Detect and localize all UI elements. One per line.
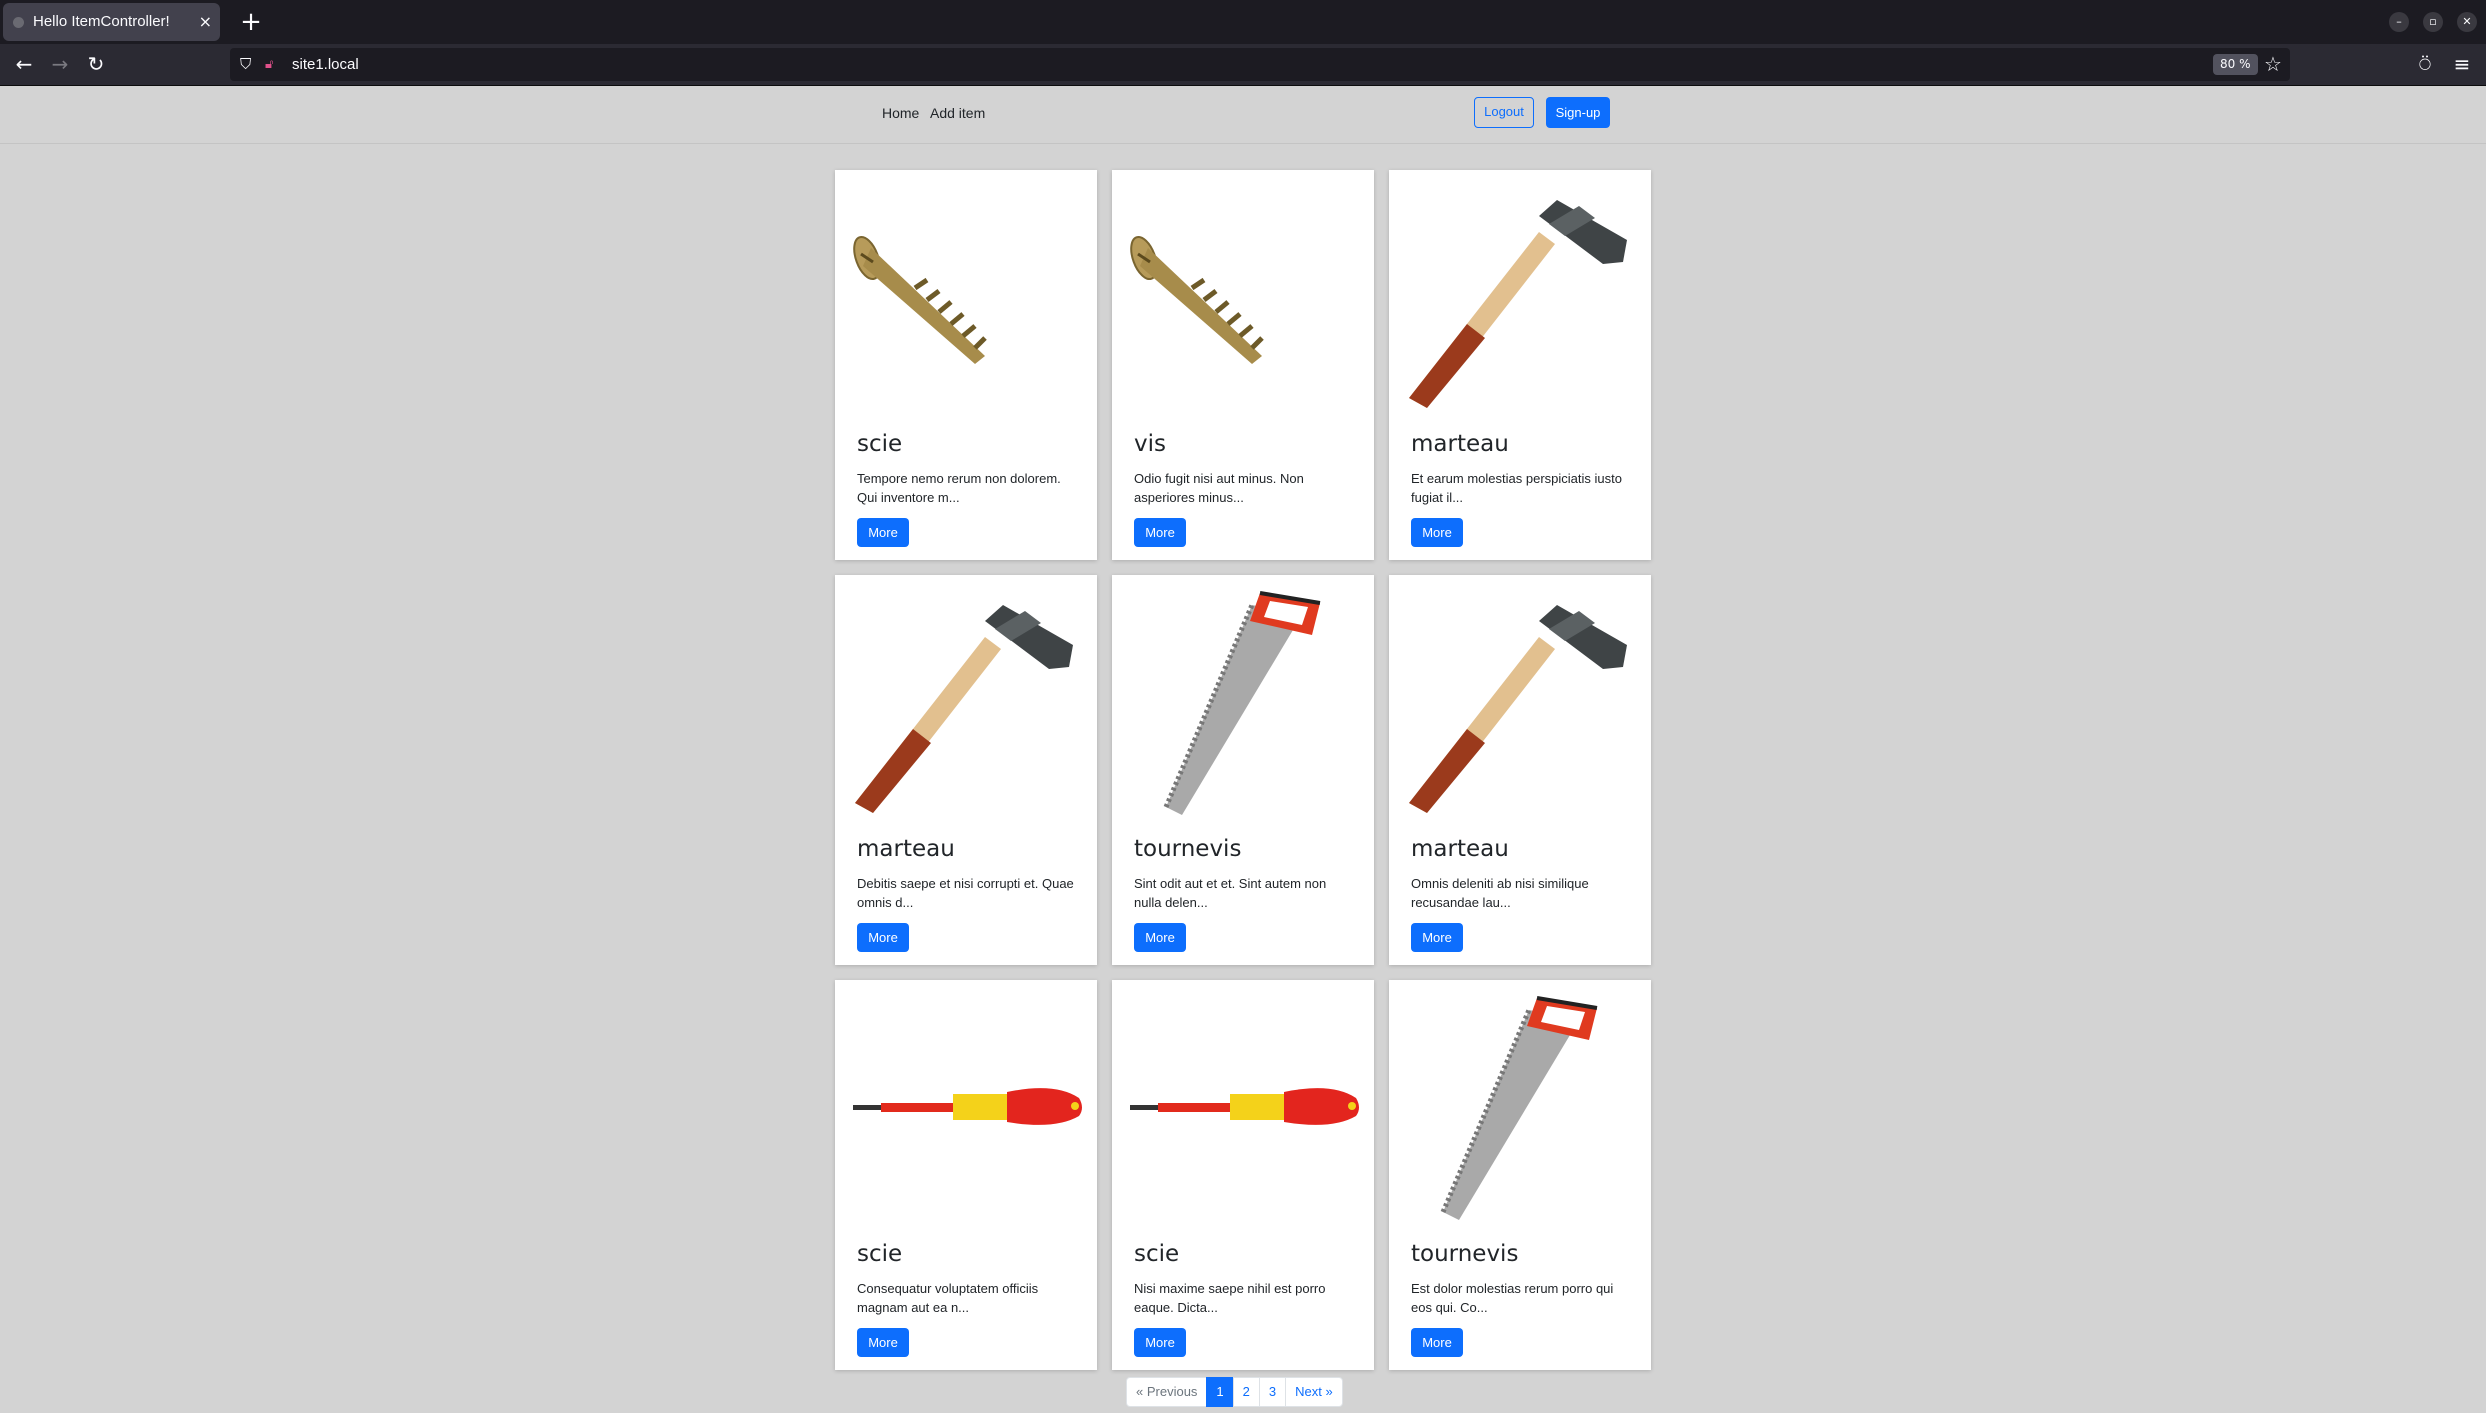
signup-button[interactable]: Sign-up xyxy=(1546,97,1610,128)
close-window-icon[interactable]: ✕ xyxy=(2457,12,2477,32)
item-description: Sint odit aut et et. Sint autem non null… xyxy=(1134,876,1327,910)
restore-window-icon[interactable]: ▫ xyxy=(2423,12,2443,32)
item-description: Nisi maxime saepe nihil est porro eaque.… xyxy=(1134,1281,1326,1315)
pagination-page-1[interactable]: 1 xyxy=(1206,1377,1234,1407)
hamburger-menu-icon[interactable]: ≡ xyxy=(2442,44,2482,85)
item-description: Consequatur voluptatem officiis magnam a… xyxy=(857,1281,1039,1315)
pagination-previous[interactable]: « Previous xyxy=(1126,1377,1208,1407)
item-title: marteau xyxy=(1411,836,1509,862)
zoom-level-badge[interactable]: 80 % xyxy=(2213,54,2258,75)
nav-home-link[interactable]: Home xyxy=(882,86,919,140)
more-button[interactable]: More xyxy=(857,1328,909,1357)
item-description: Debitis saepe et nisi corrupti et. Quae … xyxy=(857,876,1074,910)
back-arrow-icon[interactable]: ← xyxy=(4,44,44,85)
more-button[interactable]: More xyxy=(857,923,909,952)
item-card: scie Nisi maxime saepe nihil est porro e… xyxy=(1112,980,1374,1370)
item-title: vis xyxy=(1134,431,1166,457)
item-title: scie xyxy=(857,431,903,457)
new-tab-button[interactable]: + xyxy=(234,4,268,40)
item-card: marteau Et earum molestias perspiciatis … xyxy=(1389,170,1651,560)
item-card: scie Consequatur voluptatem officiis mag… xyxy=(835,980,1097,1370)
pagination: « Previous 1 2 3 Next » xyxy=(1126,1377,1343,1407)
shield-icon[interactable]: ⛉ xyxy=(240,48,251,81)
tab-title: Hello ItemController! xyxy=(33,13,170,30)
logout-button[interactable]: Logout xyxy=(1474,97,1534,128)
item-card: marteau Debitis saepe et nisi corrupti e… xyxy=(835,575,1097,965)
nav-add-item-link[interactable]: Add item xyxy=(930,86,985,140)
screw-image xyxy=(1112,170,1374,410)
insecure-lock-icon[interactable]: 🔓︎ xyxy=(265,48,273,81)
item-title: marteau xyxy=(857,836,955,862)
pocket-icon[interactable]: ⍥ xyxy=(2405,44,2445,85)
bookmark-star-icon[interactable]: ☆ xyxy=(2264,48,2282,81)
browser-tab[interactable]: Hello ItemController! × xyxy=(3,3,220,41)
more-button[interactable]: More xyxy=(1411,518,1463,547)
item-title: tournevis xyxy=(1134,836,1242,862)
hammer-image xyxy=(1389,170,1651,410)
item-title: tournevis xyxy=(1411,1241,1519,1267)
item-card: scie Tempore nemo rerum non dolorem. Qui… xyxy=(835,170,1097,560)
pagination-page-2[interactable]: 2 xyxy=(1232,1377,1260,1407)
address-bar[interactable]: ⛉ 🔓︎ site1.local 80 % ☆ xyxy=(230,48,2290,81)
more-button[interactable]: More xyxy=(1134,518,1186,547)
item-card: vis Odio fugit nisi aut minus. Non asper… xyxy=(1112,170,1374,560)
more-button[interactable]: More xyxy=(1134,1328,1186,1357)
saw-image xyxy=(1389,980,1651,1220)
item-description: Omnis deleniti ab nisi similique recusan… xyxy=(1411,876,1589,910)
more-button[interactable]: More xyxy=(857,518,909,547)
favicon-icon xyxy=(13,17,24,28)
more-button[interactable]: More xyxy=(1134,923,1186,952)
item-description: Et earum molestias perspiciatis iusto fu… xyxy=(1411,471,1622,505)
item-description: Est dolor molestias rerum porro qui eos … xyxy=(1411,1281,1614,1315)
browser-toolbar: ← → ↻ ⛉ 🔓︎ site1.local 80 % ☆ ⍥ ≡ xyxy=(0,44,2486,86)
site-header: Home Add item Logout Sign-up xyxy=(0,86,2486,144)
screwdriver-image xyxy=(835,980,1097,1220)
item-description: Odio fugit nisi aut minus. Non asperiore… xyxy=(1134,471,1304,505)
more-button[interactable]: More xyxy=(1411,1328,1463,1357)
item-card: tournevis Est dolor molestias rerum porr… xyxy=(1389,980,1651,1370)
reload-icon[interactable]: ↻ xyxy=(76,44,116,85)
minimize-window-icon[interactable]: – xyxy=(2389,12,2409,32)
more-button[interactable]: More xyxy=(1411,923,1463,952)
item-card: tournevis Sint odit aut et et. Sint aute… xyxy=(1112,575,1374,965)
pagination-page-3[interactable]: 3 xyxy=(1258,1377,1287,1407)
item-title: marteau xyxy=(1411,431,1509,457)
item-title: scie xyxy=(1134,1241,1180,1267)
pagination-next[interactable]: Next » xyxy=(1285,1377,1343,1407)
hammer-image xyxy=(1389,575,1651,815)
screw-image xyxy=(835,170,1097,410)
forward-arrow-icon[interactable]: → xyxy=(40,44,80,85)
saw-image xyxy=(1112,575,1374,815)
screwdriver-image xyxy=(1112,980,1374,1220)
item-description: Tempore nemo rerum non dolorem. Qui inve… xyxy=(857,471,1061,505)
item-card: marteau Omnis deleniti ab nisi similique… xyxy=(1389,575,1651,965)
hammer-image xyxy=(835,575,1097,815)
item-title: scie xyxy=(857,1241,903,1267)
tab-close-icon[interactable]: × xyxy=(199,3,212,41)
url-text[interactable]: site1.local xyxy=(292,48,359,81)
browser-titlebar: Hello ItemController! × + – ▫ ✕ xyxy=(0,0,2486,44)
